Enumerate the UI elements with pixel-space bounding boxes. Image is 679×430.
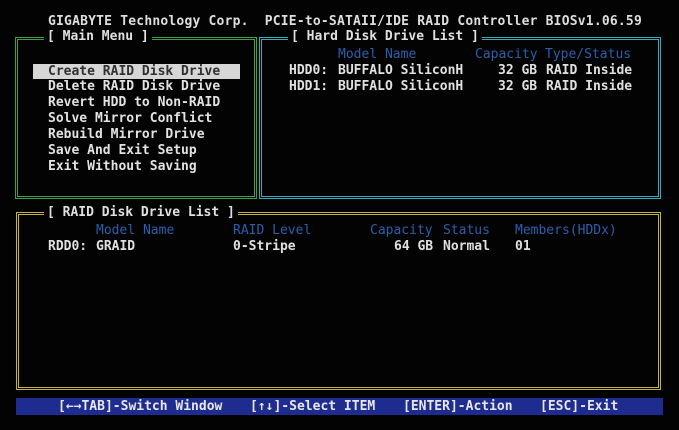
help-switch-window: [←→TAB]-Switch Window: [58, 399, 223, 414]
hdd-type-status: RAID Inside: [546, 79, 633, 94]
raid-header-status: Status: [443, 223, 490, 238]
menu-item-create-raid[interactable]: Create RAID Disk Drive: [33, 64, 240, 79]
help-enter-action: [ENTER]-Action: [403, 399, 513, 414]
hdd-type-status: RAID Inside: [546, 63, 633, 78]
menu-item-exit-no-save[interactable]: Exit Without Saving: [48, 159, 197, 174]
raid-header-members: Members(HDDx): [515, 223, 617, 238]
raid-model: GRAID: [96, 239, 136, 254]
menu-item-solve-mirror[interactable]: Solve Mirror Conflict: [48, 111, 212, 126]
hdd-header-capacity: Capacity: [475, 47, 538, 62]
menu-item-save-exit[interactable]: Save And Exit Setup: [48, 143, 197, 158]
menu-item-rebuild-mirror[interactable]: Rebuild Mirror Drive: [48, 127, 205, 142]
raid-header-model: Model Name: [96, 223, 175, 238]
raid-header-level: RAID Level: [233, 223, 312, 238]
raid-header-capacity: Capacity: [370, 223, 433, 238]
hdd-capacity: 32 GB: [498, 63, 538, 78]
hdd-list-title: [ Hard Disk Drive List ]: [288, 30, 482, 44]
menu-item-delete-raid[interactable]: Delete RAID Disk Drive: [48, 79, 220, 94]
hdd-capacity: 32 GB: [498, 79, 538, 94]
raid-members: 01: [515, 239, 531, 254]
raid-id: RDD0:: [48, 239, 88, 254]
hdd-header-type-status: Type/Status: [545, 47, 632, 62]
raid-status: Normal: [443, 239, 490, 254]
hdd-header-model: Model Name: [338, 47, 417, 62]
help-bar: [←→TAB]-Switch Window [↑↓]-Select ITEM […: [16, 398, 663, 415]
hdd-model: BUFFALO SiliconH: [338, 63, 464, 78]
raid-capacity: 64 GB: [394, 239, 434, 254]
raid-level: 0-Stripe: [233, 239, 296, 254]
bios-title: GIGABYTE Technology Corp. PCIE-to-SATAII…: [48, 14, 642, 29]
hdd-model: BUFFALO SiliconH: [338, 79, 464, 94]
help-esc-exit: [ESC]-Exit: [540, 399, 619, 414]
help-select-item: [↑↓]-Select ITEM: [250, 399, 376, 414]
raid-list-title: [ RAID Disk Drive List ]: [44, 206, 238, 220]
hdd-id: HDD0:: [289, 63, 329, 78]
hdd-id: HDD1:: [289, 79, 329, 94]
bios-screen: GIGABYTE Technology Corp. PCIE-to-SATAII…: [0, 0, 679, 430]
menu-item-revert-hdd[interactable]: Revert HDD to Non-RAID: [48, 95, 220, 110]
main-menu-title: [ Main Menu ]: [44, 30, 152, 44]
